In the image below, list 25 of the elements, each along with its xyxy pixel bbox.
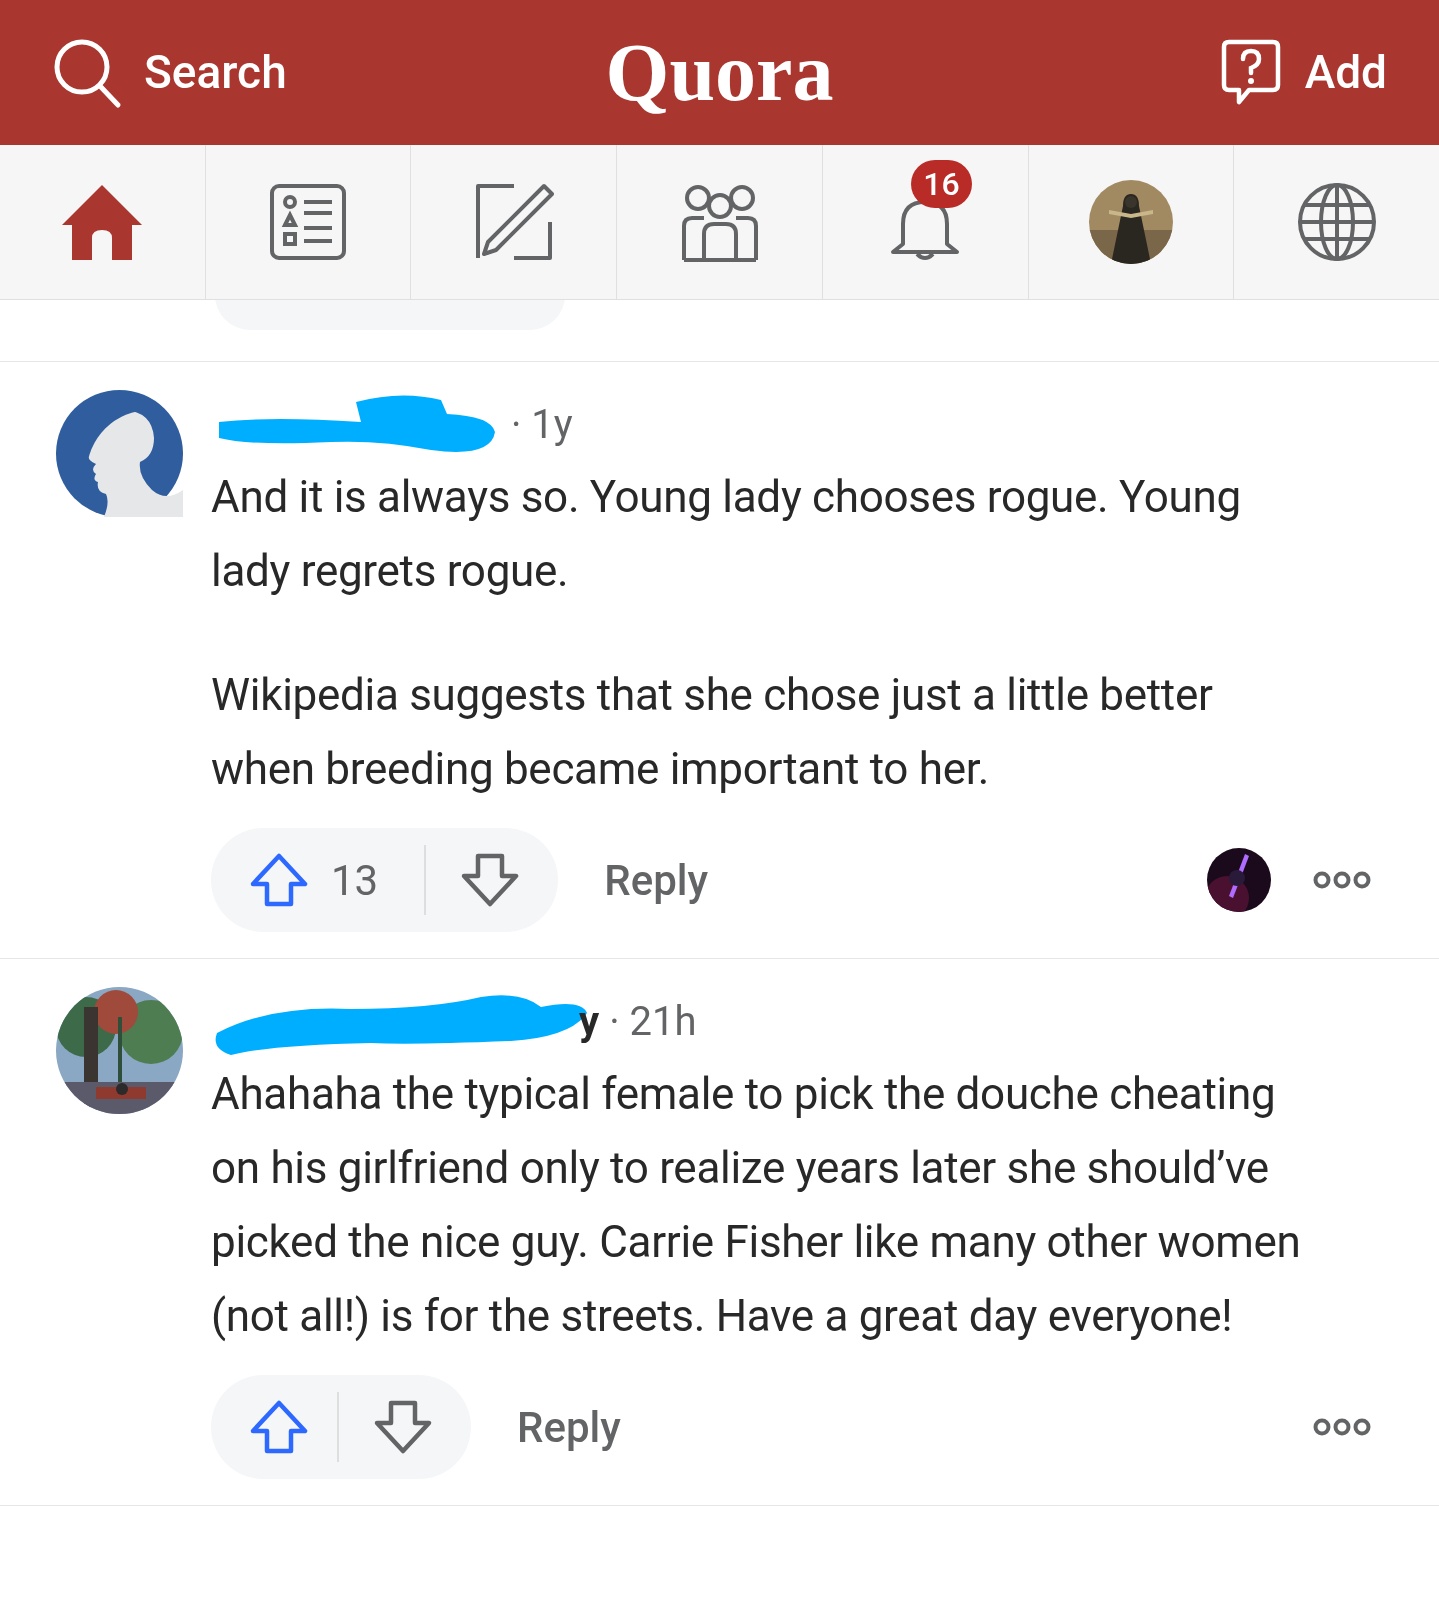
search-label[interactable]: Search — [144, 38, 287, 107]
upvote-icon[interactable] — [249, 1399, 309, 1455]
reply-button[interactable]: Reply — [517, 1395, 621, 1459]
timestamp: · 1y — [511, 400, 573, 450]
comment-text: And it is always so. Young lady chooses rogue. Young lady regrets rogue. — [211, 470, 1242, 599]
pencil-square-icon — [473, 182, 554, 262]
list-icon — [268, 182, 349, 262]
more-icon[interactable] — [1313, 870, 1371, 890]
comment-text: Ahahaha the typical female to pick the douche cheating on his girlfriend only to realize years later she should’ve picked the nice guy. Carrie Fisher like many other women (not all!) is for the streets. Have a great day everyone! — [211, 1067, 1302, 1344]
timestamp: · 21h — [609, 997, 697, 1047]
notification-badge: 16 — [911, 160, 972, 208]
logo[interactable]: Quora — [605, 31, 834, 114]
avatar-icon — [56, 390, 183, 517]
downvote-icon[interactable] — [460, 852, 521, 908]
more-icon[interactable] — [1313, 1417, 1371, 1437]
upvote-icon[interactable] — [249, 852, 309, 908]
downvote-icon[interactable] — [373, 1399, 433, 1455]
home-icon — [60, 182, 145, 262]
reply-button[interactable]: Reply — [604, 848, 709, 912]
comment-text: Wikipedia suggests that she chose just a little better when breeding became important to her. — [211, 668, 1214, 797]
author-name[interactable]: y — [579, 992, 600, 1052]
question-icon[interactable] — [1220, 38, 1281, 107]
upvote-count: 13 — [331, 854, 379, 907]
globe-icon — [1295, 181, 1378, 263]
add-label[interactable]: Add — [1304, 38, 1387, 107]
